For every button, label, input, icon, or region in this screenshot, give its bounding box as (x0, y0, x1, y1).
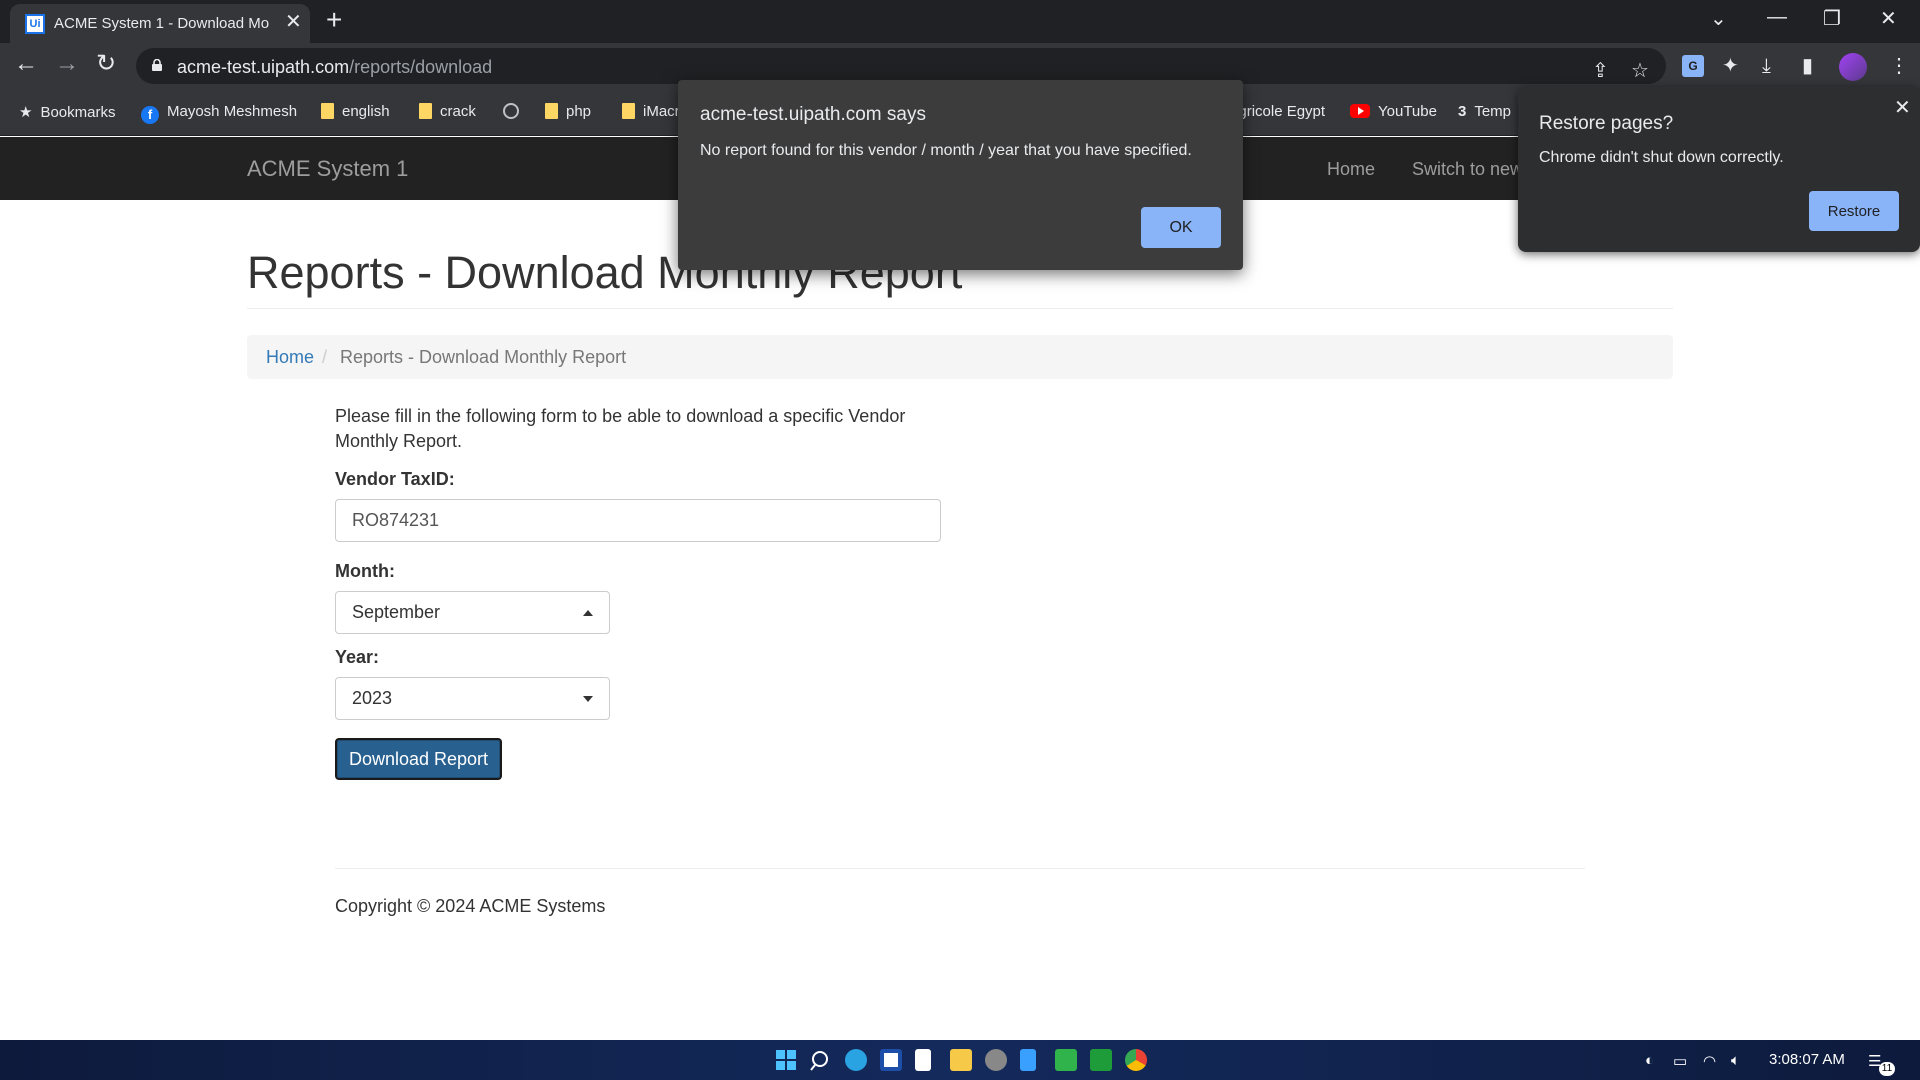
minimize-icon[interactable]: — (1767, 6, 1787, 29)
folder-icon (622, 103, 635, 119)
breadcrumb: Home / Reports - Download Monthly Report (247, 335, 1673, 379)
back-icon[interactable]: ← (14, 52, 38, 76)
share-icon[interactable]: ⇪ (1592, 59, 1609, 83)
bookmark-item[interactable]: crack (419, 103, 476, 120)
profile-avatar[interactable] (1839, 53, 1867, 81)
taskbar: ◐ ▭ ◠ 🔈︎ 3:08:07 AM ☰ 11 (0, 1040, 1920, 1080)
breadcrumb-current: Reports - Download Monthly Report (340, 347, 627, 367)
volume-icon[interactable]: 🔈︎ (1731, 1052, 1740, 1069)
alert-dialog: acme-test.uipath.com says No report foun… (678, 80, 1243, 270)
month-label: Month: (335, 561, 395, 581)
bookmark-item[interactable]: ★ Bookmarks (19, 103, 115, 121)
uipath-favicon-icon: Ui (25, 14, 45, 34)
document-icon[interactable] (1020, 1049, 1036, 1071)
star-icon: ★ (19, 104, 33, 121)
restore-title: Restore pages? (1539, 113, 1674, 134)
battery-saver-icon[interactable]: ◐ (1645, 1052, 1654, 1069)
month-selected-value: September (352, 602, 441, 622)
url-path: /reports/download (349, 57, 493, 77)
alert-title: acme-test.uipath.com says (700, 104, 926, 125)
tab-search-icon[interactable]: ⌄ (1710, 6, 1727, 31)
bookmark-star-icon[interactable]: ☆ (1631, 59, 1649, 83)
lock-icon (152, 59, 162, 71)
menu-icon[interactable]: ⋮ (1889, 54, 1909, 78)
globe-icon (503, 103, 519, 119)
youtube-icon (1350, 104, 1370, 118)
navbar-brand[interactable]: ACME System 1 (247, 156, 408, 182)
app-icon[interactable] (985, 1049, 1007, 1071)
folder-icon (419, 103, 432, 119)
side-panel-icon[interactable]: ▮ (1802, 54, 1813, 78)
bookmark-item[interactable] (503, 103, 527, 120)
nav-link-switch[interactable]: Switch to new (1412, 159, 1523, 180)
month-select[interactable]: September (335, 591, 610, 634)
breadcrumb-separator: / (322, 347, 328, 367)
folder-icon (321, 103, 334, 119)
file-explorer-icon[interactable] (950, 1049, 972, 1071)
url-text: acme-test.uipath.com/reports/download (177, 57, 492, 78)
vendor-taxid-label: Vendor TaxID: (335, 469, 455, 489)
alert-ok-button[interactable]: OK (1141, 207, 1221, 248)
browser-tab[interactable]: Ui ACME System 1 - Download Mo ✕ (10, 4, 310, 43)
folder-icon (545, 103, 558, 119)
address-bar[interactable]: acme-test.uipath.com/reports/download ⇪ … (136, 48, 1666, 84)
system-clock[interactable]: 3:08:07 AM (1769, 1051, 1845, 1068)
telegram-icon[interactable] (845, 1049, 867, 1071)
browser-tab-strip: Ui ACME System 1 - Download Mo ✕ + ⌄ — ❐… (0, 0, 1920, 43)
restore-window-icon[interactable]: ❐ (1823, 6, 1841, 31)
year-selected-value: 2023 (352, 688, 393, 708)
form-intro-text: Please fill in the following form to be … (335, 406, 906, 451)
facebook-icon: f (141, 106, 159, 124)
download-report-button[interactable]: Download Report (335, 738, 502, 780)
breadcrumb-home-link[interactable]: Home (266, 347, 314, 368)
restore-button[interactable]: Restore (1809, 191, 1899, 231)
restore-pages-popup: Restore pages? ✕ Chrome didn't shut down… (1518, 87, 1920, 252)
restore-text: Chrome didn't shut down correctly. (1539, 149, 1784, 166)
footer-divider (335, 868, 1585, 869)
year-label: Year: (335, 647, 380, 667)
notepad-icon[interactable] (915, 1049, 931, 1071)
nav-link-home[interactable]: Home (1327, 159, 1375, 180)
reload-icon[interactable]: ↻ (96, 52, 116, 76)
footer-copyright: Copyright © 2024 ACME Systems (335, 896, 606, 916)
editor-icon[interactable] (1055, 1049, 1077, 1071)
temp-icon: 3 (1458, 103, 1467, 120)
notification-badge: 11 (1879, 1062, 1895, 1076)
bookmark-item[interactable]: php (545, 103, 591, 120)
chrome-icon[interactable] (1125, 1049, 1147, 1071)
close-window-icon[interactable]: ✕ (1880, 6, 1897, 31)
extensions-icon[interactable]: ✦ (1722, 54, 1739, 78)
forward-icon[interactable]: → (55, 52, 79, 76)
year-select[interactable]: 2023 (335, 677, 610, 720)
task-view-icon[interactable] (880, 1049, 902, 1071)
tab-close-icon[interactable]: ✕ (285, 12, 302, 32)
bookmark-item[interactable]: YouTube (1350, 103, 1437, 120)
title-divider (247, 308, 1673, 309)
wifi-icon[interactable]: ◠ (1703, 1052, 1716, 1070)
tab-title: ACME System 1 - Download Mo (54, 15, 270, 32)
bookmark-item[interactable]: english (321, 103, 390, 120)
media-player-icon[interactable] (1090, 1049, 1112, 1071)
bookmark-item[interactable]: 3 Temp (1458, 103, 1511, 120)
download-icon[interactable]: ⤓ (1762, 54, 1771, 78)
translate-icon[interactable]: G (1682, 55, 1704, 77)
alert-message: No report found for this vendor / month … (700, 142, 1192, 159)
new-tab-icon[interactable]: + (326, 6, 342, 34)
bookmark-item[interactable]: f Mayosh Meshmesh (141, 103, 297, 124)
caret-down-icon (583, 696, 593, 702)
vendor-taxid-input[interactable]: RO874231 (335, 499, 941, 542)
search-icon[interactable] (810, 1049, 832, 1071)
caret-up-icon (583, 610, 593, 616)
windows-start-icon[interactable] (776, 1050, 796, 1070)
close-icon[interactable]: ✕ (1894, 95, 1911, 120)
battery-icon[interactable]: ▭ (1673, 1052, 1687, 1070)
url-host: acme-test.uipath.com (177, 57, 350, 77)
